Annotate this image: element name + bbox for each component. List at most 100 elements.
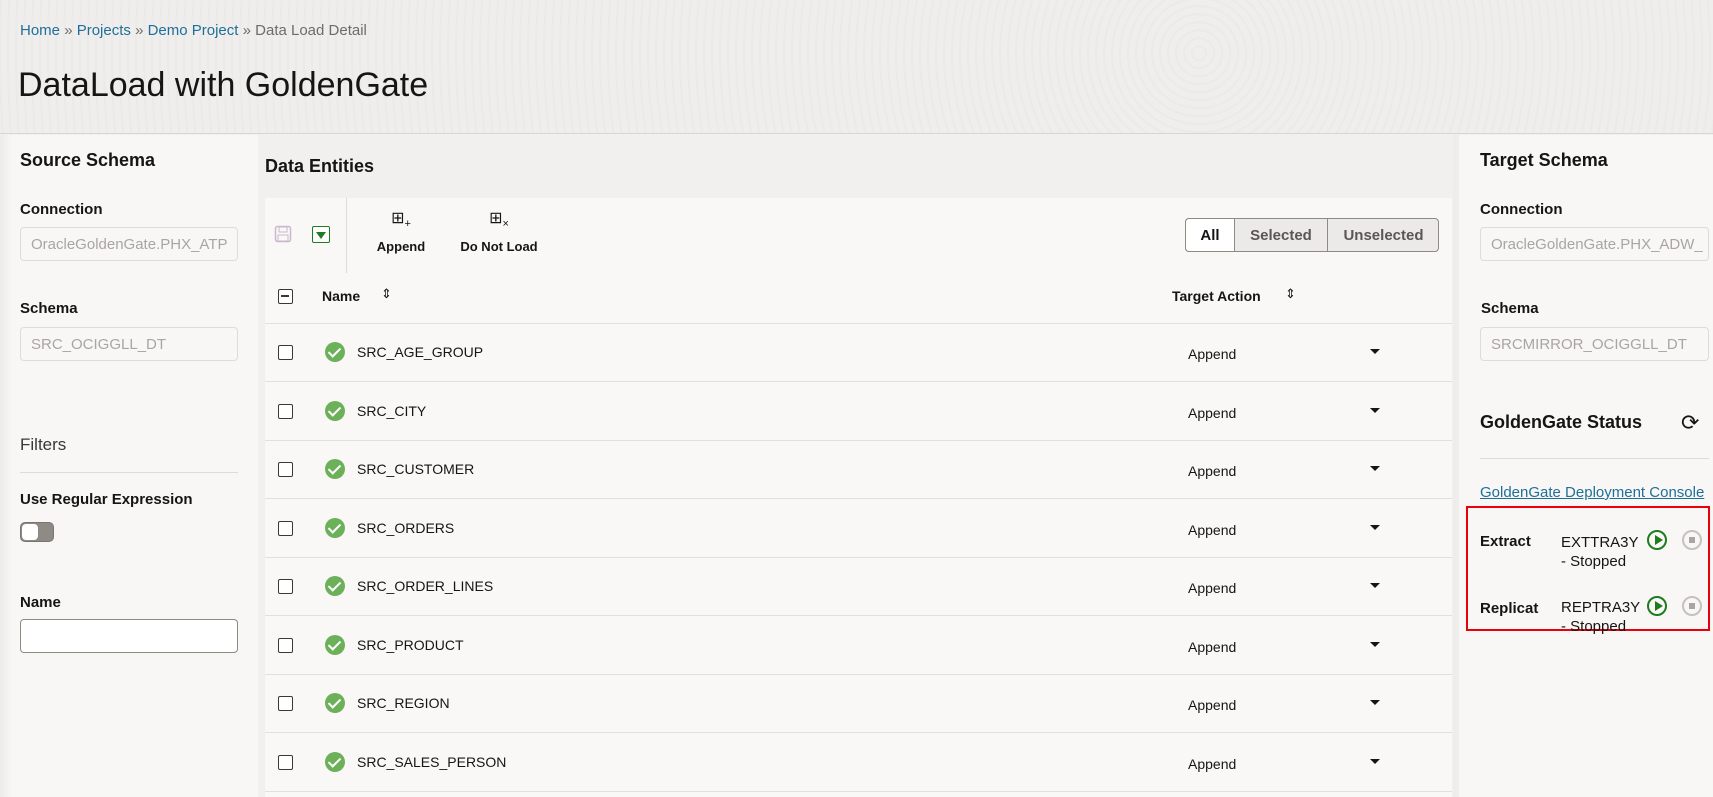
row-checkbox[interactable] — [278, 579, 293, 594]
entity-name: SRC_SALES_PERSON — [357, 753, 507, 770]
row-divider — [265, 790, 1452, 792]
append-button[interactable]: ⊞+ Append — [371, 210, 431, 254]
table-row: SRC_CITY Append — [265, 382, 1452, 441]
target-action-value: Append — [1188, 697, 1237, 713]
replicat-start-icon[interactable] — [1647, 596, 1667, 616]
status-divider — [1480, 458, 1709, 459]
column-header-target-action[interactable]: Target Action — [1172, 288, 1261, 304]
entities-table: ⊞+ Append ⊞× Do Not Load All Selected Un… — [265, 198, 1452, 797]
target-action-value: Append — [1188, 463, 1237, 479]
sort-icon[interactable]: ⇕ — [1285, 286, 1296, 302]
target-action-select[interactable]: Append — [1188, 454, 1383, 486]
target-action-value: Append — [1188, 346, 1237, 362]
caret-down-icon — [316, 232, 326, 239]
row-checkbox[interactable] — [278, 637, 293, 653]
target-action-select[interactable]: Append — [1188, 337, 1383, 369]
source-schema-field[interactable]: SRC_OCIGGLL_DT — [20, 327, 238, 361]
breadcrumb-separator: » — [135, 22, 144, 39]
source-connection-field[interactable]: OracleGoldenGate.PHX_ATP — [20, 227, 238, 261]
target-action-select[interactable]: Append — [1188, 571, 1383, 603]
extract-stop-icon[interactable] — [1682, 530, 1702, 550]
replicat-state: - Stopped — [1561, 618, 1627, 635]
table-row: SRC_PRODUCT Append — [265, 616, 1452, 675]
caret-down-icon — [1370, 700, 1380, 705]
do-not-load-label: Do Not Load — [460, 239, 538, 255]
filters-divider — [20, 472, 238, 473]
source-connection-label: Connection — [20, 201, 103, 218]
source-schema-label: Schema — [20, 300, 78, 317]
segment-all[interactable]: All — [1185, 218, 1235, 252]
entity-name: SRC_ORDERS — [357, 519, 455, 536]
row-checkbox[interactable] — [278, 696, 293, 711]
target-schema-label: Schema — [1481, 300, 1539, 317]
target-action-value: Append — [1188, 755, 1237, 772]
row-checkbox[interactable] — [278, 462, 293, 477]
toggle-knob — [22, 524, 38, 540]
replicat-stop-icon[interactable] — [1682, 596, 1702, 616]
refresh-icon[interactable]: ⟳ — [1681, 410, 1699, 436]
save-icon[interactable] — [274, 225, 292, 243]
entity-name: SRC_CUSTOMER — [357, 461, 475, 477]
select-all-checkbox[interactable] — [278, 289, 293, 304]
entity-name: SRC_CITY — [357, 402, 427, 419]
table-row: SRC_CUSTOMER Append — [265, 440, 1452, 499]
check-circle-icon — [325, 517, 345, 538]
segment-unselected[interactable]: Unselected — [1328, 218, 1439, 252]
row-checkbox[interactable] — [278, 754, 293, 770]
regex-toggle[interactable] — [20, 522, 54, 542]
caret-down-icon — [1370, 407, 1380, 413]
target-action-select[interactable]: Append — [1188, 747, 1383, 779]
source-schema-heading: Source Schema — [20, 150, 156, 170]
row-checkbox[interactable] — [278, 403, 293, 419]
table-add-icon: ⊞+ — [391, 210, 411, 231]
target-action-value: Append — [1188, 580, 1237, 596]
target-action-select[interactable]: Append — [1188, 513, 1383, 545]
target-schema-field[interactable]: SRCMIRROR_OCIGGLL_DT — [1480, 327, 1709, 361]
target-action-value: Append — [1188, 404, 1237, 421]
table-row: SRC_ORDER_LINES Append — [265, 557, 1452, 616]
entity-name: SRC_ORDER_LINES — [357, 578, 494, 594]
check-circle-icon — [325, 634, 345, 655]
check-circle-icon — [325, 693, 345, 713]
check-circle-icon — [325, 400, 345, 421]
extract-state: - Stopped — [1561, 553, 1627, 570]
segment-selected[interactable]: Selected — [1235, 218, 1328, 252]
caret-down-icon — [1370, 524, 1380, 530]
column-header-name[interactable]: Name — [322, 288, 360, 304]
target-connection-field[interactable]: OracleGoldenGate.PHX_ADW_ — [1480, 227, 1709, 261]
row-checkbox[interactable] — [278, 345, 293, 360]
target-action-value: Append — [1188, 638, 1237, 655]
entity-name: SRC_REGION — [357, 695, 450, 711]
breadcrumb: Home » Projects » Demo Project » Data Lo… — [20, 22, 367, 39]
deployment-console-link[interactable]: GoldenGate Deployment Console — [1480, 484, 1704, 501]
extract-start-icon[interactable] — [1647, 530, 1667, 550]
entity-name: SRC_PRODUCT — [357, 636, 464, 653]
breadcrumb-demo-project[interactable]: Demo Project — [148, 22, 239, 39]
table-row: SRC_ORDERS Append — [265, 499, 1452, 558]
caret-down-icon — [1370, 641, 1380, 647]
data-entities-heading: Data Entities — [265, 156, 375, 176]
table-row: SRC_AGE_GROUP Append — [265, 323, 1452, 382]
target-schema-heading: Target Schema — [1480, 150, 1608, 170]
select-dropdown-button[interactable] — [312, 226, 330, 243]
breadcrumb-current: Data Load Detail — [255, 22, 367, 39]
do-not-load-button[interactable]: ⊞× Do Not Load — [449, 210, 549, 254]
name-filter-input[interactable] — [20, 619, 238, 653]
toolbar-divider — [346, 198, 347, 273]
check-circle-icon — [325, 751, 345, 772]
replicat-label: Replicat — [1480, 600, 1539, 617]
row-checkbox[interactable] — [278, 520, 293, 536]
sort-icon[interactable]: ⇕ — [381, 286, 392, 302]
breadcrumb-home[interactable]: Home — [20, 22, 60, 39]
target-action-select[interactable]: Append — [1188, 630, 1383, 662]
target-action-select[interactable]: Append — [1188, 396, 1383, 428]
table-remove-icon: ⊞× — [489, 210, 509, 231]
target-connection-label: Connection — [1480, 201, 1563, 218]
caret-down-icon — [1370, 758, 1380, 764]
extract-name: EXTTRA3Y — [1561, 534, 1639, 551]
target-action-select[interactable]: Append — [1188, 688, 1383, 720]
entity-name: SRC_AGE_GROUP — [357, 344, 484, 360]
replicat-name: REPTRA3Y — [1561, 599, 1641, 616]
breadcrumb-projects[interactable]: Projects — [77, 22, 131, 39]
breadcrumb-separator: » — [64, 22, 73, 39]
